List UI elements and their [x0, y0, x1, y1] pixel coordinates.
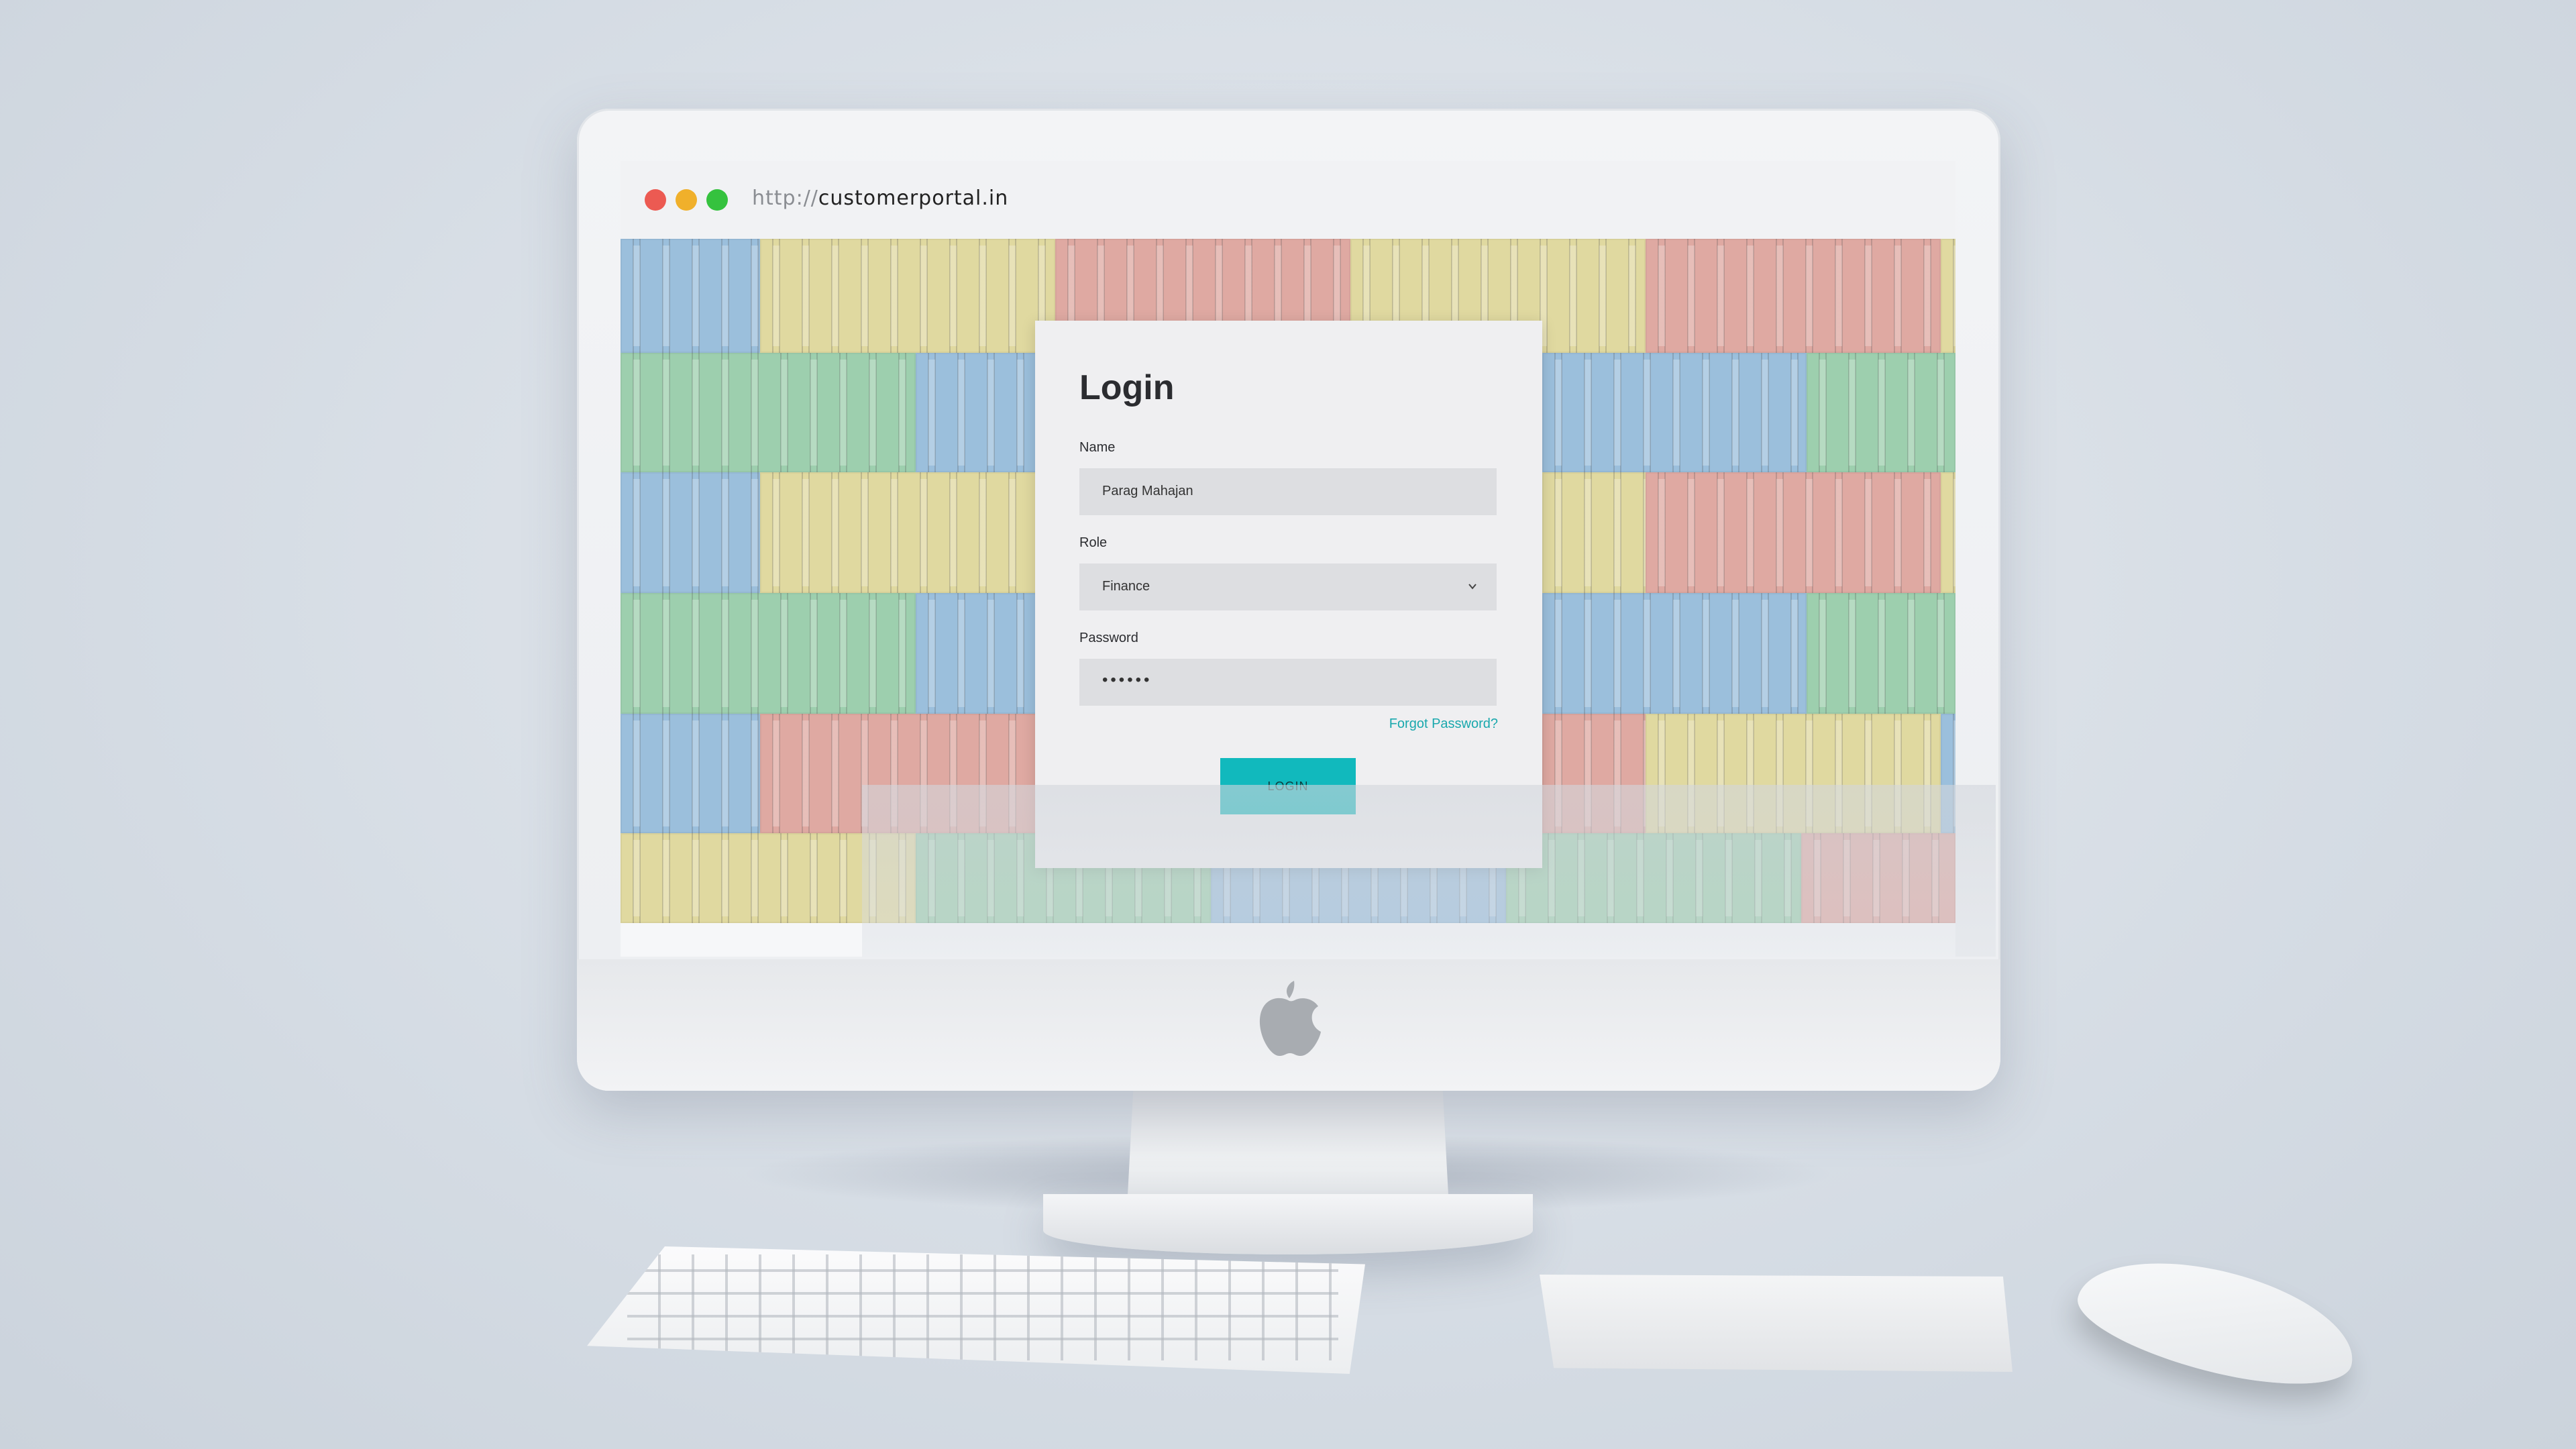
role-label: Role	[1079, 535, 1108, 550]
container-crate	[1941, 239, 1955, 353]
trackpad	[1540, 1275, 2012, 1372]
container-crate	[621, 714, 760, 833]
apple-logo-icon	[1259, 981, 1321, 1056]
name-field[interactable]: Parag Mahajan	[1079, 468, 1497, 515]
keyboard-keys	[627, 1254, 1338, 1360]
container-crate	[916, 593, 1055, 714]
monitor-stand-base	[1043, 1194, 1533, 1254]
maximize-window-button[interactable]	[706, 189, 728, 211]
minimize-window-button[interactable]	[676, 189, 697, 211]
keyboard	[587, 1246, 1365, 1374]
container-crate	[1941, 472, 1955, 593]
container-crate	[760, 239, 1055, 353]
screen-bezel-reflection	[862, 785, 1996, 957]
login-title: Login	[1079, 368, 1175, 407]
monitor-stand	[1127, 1087, 1449, 1208]
role-value: Finance	[1102, 579, 1150, 594]
mouse	[2068, 1238, 2366, 1405]
url-host: customerportal.in	[818, 186, 1009, 210]
forgot-password-link[interactable]: Forgot Password?	[1389, 716, 1498, 732]
name-label: Name	[1079, 440, 1116, 455]
container-crate	[1542, 593, 1807, 714]
container-crate	[621, 593, 916, 714]
container-crate	[1646, 472, 1941, 593]
container-crate	[760, 472, 1055, 593]
container-crate	[621, 239, 760, 353]
address-bar[interactable]: http://customerportal.in	[752, 186, 1008, 210]
name-value: Parag Mahajan	[1102, 484, 1193, 498]
container-crate	[1542, 353, 1807, 472]
chevron-down-icon	[1468, 584, 1477, 590]
password-label: Password	[1079, 631, 1138, 645]
password-value: ••••••	[1102, 671, 1152, 689]
role-select[interactable]: Finance	[1079, 564, 1497, 610]
browser-titlebar: http://customerportal.in	[621, 161, 1955, 240]
container-crate	[621, 353, 916, 472]
container-crate	[1542, 472, 1646, 593]
password-field[interactable]: ••••••	[1079, 659, 1497, 706]
container-crate	[1807, 353, 1955, 472]
close-window-button[interactable]	[645, 189, 666, 211]
container-crate	[1646, 239, 1941, 353]
url-protocol: http://	[752, 186, 818, 210]
container-crate	[916, 353, 1055, 472]
container-crate	[1807, 593, 1955, 714]
container-crate	[621, 472, 760, 593]
